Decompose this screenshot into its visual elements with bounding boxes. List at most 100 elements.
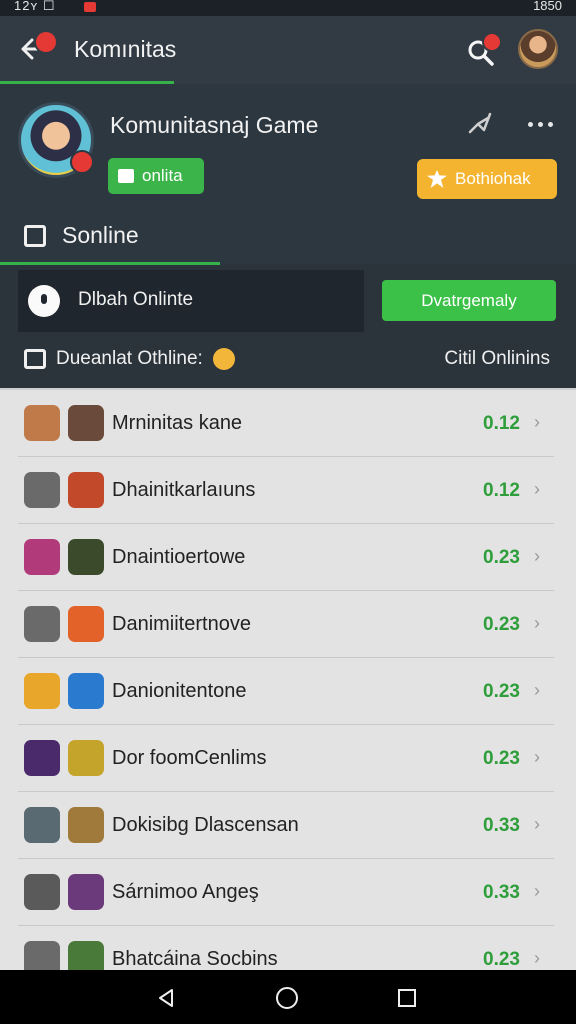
game-icon-secondary [68, 807, 104, 843]
nav-back-icon[interactable] [156, 988, 176, 1008]
pin-button[interactable] [466, 110, 498, 140]
game-icon-primary [24, 740, 60, 776]
list-item-name: Dor foomCenlims [112, 747, 267, 769]
list-item-name: Mrninitas kane [112, 412, 243, 434]
list-item[interactable]: Dor foomCenlims 0.23 › [18, 725, 554, 792]
profile-header: Komunitasnaj Game onlita Bothiohak Sonli… [0, 84, 576, 265]
more-icon-dot [528, 122, 533, 127]
list-item-name: Danionitentone [112, 680, 247, 702]
list-item[interactable]: Sárnimoo Angeş 0.33 › [18, 859, 554, 926]
more-icon-dot [538, 122, 543, 127]
page-title: Komınitas [74, 36, 177, 62]
game-icon-secondary [68, 472, 104, 508]
list-item-value: 0.12 [483, 480, 520, 501]
list-item-value: 0.33 [483, 815, 520, 836]
list-item[interactable]: Danimiitertnove 0.23 › [18, 591, 554, 658]
user-avatar[interactable] [518, 29, 558, 69]
status-card[interactable]: Dlbah Onlinte [18, 270, 364, 332]
game-list: Mrninitas kane 0.12 › Dhainitkarlaıuns 0.12 ›… [0, 388, 576, 970]
back-badge [36, 32, 56, 52]
search-button[interactable] [462, 34, 502, 70]
back-button[interactable] [16, 32, 60, 68]
chevron-right-icon: › [534, 948, 540, 968]
chevron-right-icon: › [534, 747, 540, 767]
game-icon-secondary [68, 673, 104, 709]
search-badge [484, 34, 500, 50]
gift-icon [24, 349, 46, 369]
game-icon-primary [24, 606, 60, 642]
game-icon-primary [24, 941, 60, 970]
game-icon-secondary [68, 539, 104, 575]
status-time: 12ʏ ☐ [14, 0, 56, 13]
list-item-value: 0.23 [483, 547, 520, 568]
chevron-right-icon: › [534, 479, 540, 499]
star-icon [427, 170, 447, 188]
secondary-action-label: Bothiohak [455, 169, 531, 188]
more-icon-dot [548, 122, 553, 127]
list-item-name: Bhatcáina Socbins [112, 948, 278, 970]
profile-badge [70, 150, 94, 174]
status-bar: 12ʏ ☐ 1850 [0, 0, 576, 16]
system-nav-bar [0, 970, 576, 1024]
game-icon-primary [24, 472, 60, 508]
chevron-right-icon: › [534, 814, 540, 834]
pin-icon [468, 112, 492, 134]
chevron-right-icon: › [534, 412, 540, 432]
section-title: Sonline [62, 222, 139, 248]
status-card-label: Dlbah Onlinte [78, 289, 194, 310]
list-item-value: 0.23 [483, 681, 520, 702]
game-icon-primary [24, 807, 60, 843]
section-indicator [0, 262, 220, 265]
profile-name: Komunitasnaj Game [110, 112, 319, 138]
chevron-right-icon: › [534, 546, 540, 566]
game-icon-primary [24, 673, 60, 709]
filter-left[interactable]: Dueanlat Othline: [24, 348, 235, 370]
list-item-name: Dokisibg Dlascensan [112, 814, 299, 836]
chevron-right-icon: › [534, 881, 540, 901]
list-item-value: 0.23 [483, 949, 520, 970]
filter-right-label[interactable]: Citil Onlinins [444, 348, 550, 370]
nav-recents-icon[interactable] [398, 989, 416, 1007]
status-clock: 1850 [533, 0, 562, 13]
online-button-label: onlita [142, 166, 183, 185]
list-item-value: 0.23 [483, 614, 520, 635]
list-item-value: 0.33 [483, 882, 520, 903]
notification-icon [84, 2, 96, 12]
list-item[interactable]: Mrninitas kane 0.12 › [18, 390, 554, 457]
primary-action-button[interactable]: Dvatrgemaly [382, 280, 556, 321]
info-icon [28, 285, 60, 317]
filter-left-label: Dueanlat Othline: [56, 348, 203, 369]
game-icon-primary [24, 405, 60, 441]
list-item-value: 0.23 [483, 748, 520, 769]
list-item-name: Danimiitertnove [112, 613, 251, 635]
chevron-right-icon: › [534, 613, 540, 633]
more-options-button[interactable] [526, 112, 556, 138]
list-item-name: Dhainitkarlaıuns [112, 479, 256, 501]
chevron-right-icon: › [534, 680, 540, 700]
chat-icon [118, 169, 134, 183]
game-icon-secondary [68, 941, 104, 970]
list-item[interactable]: Bhatcáina Socbins 0.23 › [18, 926, 554, 970]
list-item[interactable]: Dhainitkarlaıuns 0.12 › [18, 457, 554, 524]
list-item[interactable]: Danionitentone 0.23 › [18, 658, 554, 725]
game-icon-secondary [68, 405, 104, 441]
app-bar: Komınitas [0, 16, 576, 84]
nav-home-icon[interactable] [276, 987, 298, 1009]
emoji-icon [212, 348, 235, 370]
list-item[interactable]: Dokisibg Dlascensan 0.33 › [18, 792, 554, 859]
game-icon-secondary [68, 874, 104, 910]
section-tab[interactable]: Sonline [24, 222, 139, 249]
game-icon-primary [24, 539, 60, 575]
online-button[interactable]: onlita [108, 158, 204, 194]
cube-icon [24, 224, 46, 247]
list-item-name: Dnaintioertowe [112, 546, 246, 568]
game-list-inner: Mrninitas kane 0.12 › Dhainitkarlaıuns 0.12 ›… [0, 390, 576, 970]
game-icon-primary [24, 874, 60, 910]
list-item-name: Sárnimoo Angeş [112, 881, 259, 903]
secondary-action-button[interactable]: Bothiohak [417, 159, 557, 199]
list-item-value: 0.12 [483, 413, 520, 434]
game-icon-secondary [68, 740, 104, 776]
filter-row: Dueanlat Othline: Citil Onlinins [0, 342, 576, 386]
game-icon-secondary [68, 606, 104, 642]
list-item[interactable]: Dnaintioertowe 0.23 › [18, 524, 554, 591]
